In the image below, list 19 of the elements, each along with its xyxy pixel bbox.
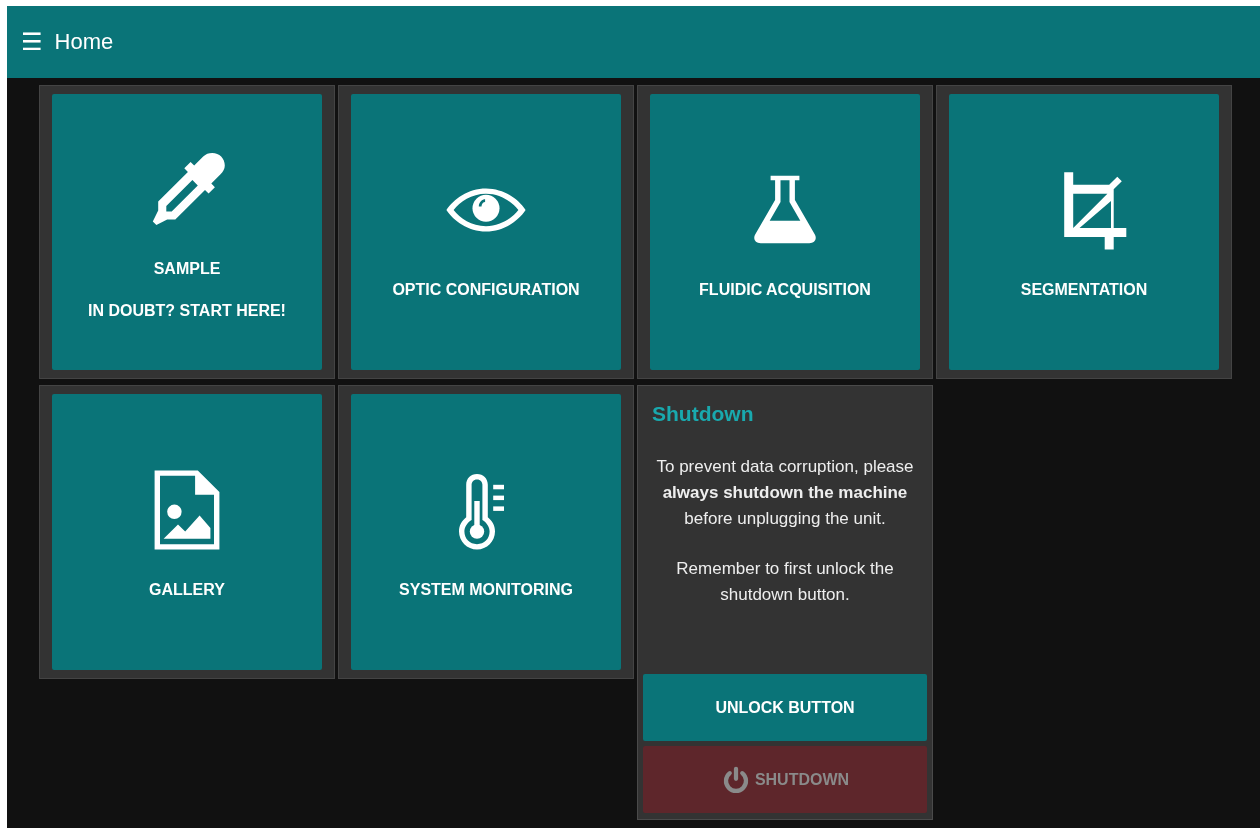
tile-label: SYSTEM MONITORING bbox=[399, 581, 573, 599]
notice-text: To prevent data corruption, please always shutdown the machine before unplugging the unit. bbox=[655, 456, 915, 530]
tile-button[interactable]: GALLERY bbox=[52, 394, 322, 670]
tile-label: GALLERY bbox=[149, 581, 225, 599]
tile-label: FLUIDIC ACQUISITION bbox=[699, 281, 871, 299]
page-title: Home bbox=[54, 29, 114, 55]
panel-title: Shutdown bbox=[651, 402, 755, 426]
tile-label: SAMPLE bbox=[153, 260, 221, 278]
notice-text: Remember to first unlock the shutdown button. bbox=[675, 558, 895, 606]
unlock-button[interactable]: UNLOCK BUTTON bbox=[643, 674, 927, 741]
tile-button[interactable]: OPTIC CONFIGURATION bbox=[351, 94, 621, 370]
tile-label: OPTIC CONFIGURATION bbox=[392, 281, 580, 299]
tile-label: SEGMENTATION bbox=[1020, 281, 1148, 299]
tile-button[interactable]: SYSTEM MONITORING bbox=[351, 394, 621, 670]
menu-icon[interactable]: ☰ bbox=[21, 30, 43, 54]
tile-label: IN DOUBT? START HERE! bbox=[88, 302, 286, 320]
tile-button[interactable]: SAMPLE IN DOUBT? START HERE! bbox=[52, 94, 322, 370]
tile-button[interactable]: SEGMENTATION bbox=[949, 94, 1219, 370]
tile-button[interactable]: FLUIDIC ACQUISITION bbox=[650, 94, 920, 370]
